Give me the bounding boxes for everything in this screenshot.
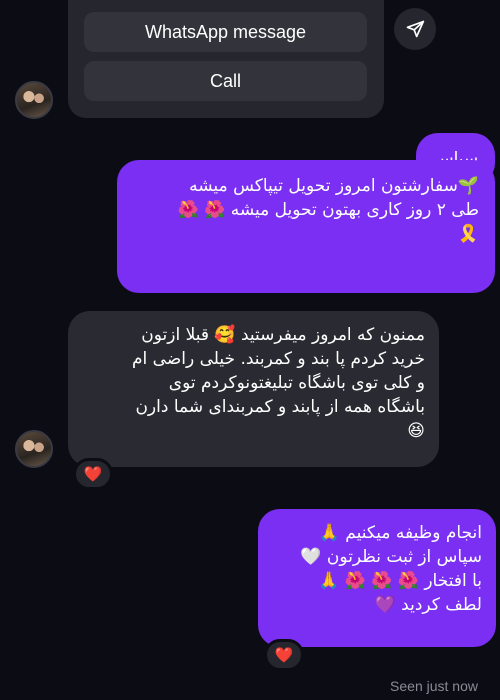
- message-line: طی ۲ روز کاری بهتون تحویل میشه 🌺 🌺: [177, 200, 479, 220]
- avatar[interactable]: [15, 81, 53, 119]
- share-button[interactable]: [394, 8, 436, 50]
- call-button[interactable]: Call: [84, 61, 367, 101]
- message-line: سپاس از ثبت نظرتون 🤍: [300, 547, 482, 567]
- avatar[interactable]: [15, 430, 53, 468]
- message-line: با افتخار 🌺 🌺 🌺 🙏: [318, 571, 482, 591]
- message-line: 🌱سفارشتون امروز تحویل تیپاکس میشه: [189, 176, 479, 196]
- heart-reaction[interactable]: ❤️: [73, 458, 113, 490]
- heart-reaction[interactable]: ❤️: [264, 639, 304, 671]
- message-line: باشگاه همه از پابند و کمربندای شما دارن: [135, 397, 425, 417]
- message-bubble-incoming[interactable]: ممنون که امروز میفرستید 🥰 قبلا ازتون خری…: [68, 311, 439, 467]
- message-line: لطف کردید 💜: [374, 595, 482, 615]
- message-line: انجام وظیفه میکنیم 🙏: [318, 523, 482, 543]
- message-line: ممنون که امروز میفرستید 🥰 قبلا ازتون: [141, 325, 425, 345]
- heart-icon: ❤️: [274, 646, 294, 664]
- heart-icon: ❤️: [83, 465, 103, 483]
- seen-status: Seen just now: [390, 678, 478, 694]
- message-line: 🎗️: [457, 224, 479, 244]
- send-icon: [406, 20, 425, 38]
- message-line: 😆: [407, 421, 425, 441]
- message-bubble-outgoing[interactable]: 🌱سفارشتون امروز تحویل تیپاکس میشه طی ۲ ر…: [117, 160, 495, 293]
- message-line: خرید کردم پا بند و کمربند. خیلی راضی ام: [132, 349, 425, 369]
- contact-action-card: WhatsApp message Call: [68, 0, 384, 118]
- message-line: و کلی توی باشگاه تبلیغتونوکردم توی: [168, 373, 425, 393]
- message-bubble-outgoing[interactable]: انجام وظیفه میکنیم 🙏 سپاس از ثبت نظرتون …: [258, 509, 496, 647]
- whatsapp-message-button[interactable]: WhatsApp message: [84, 12, 367, 52]
